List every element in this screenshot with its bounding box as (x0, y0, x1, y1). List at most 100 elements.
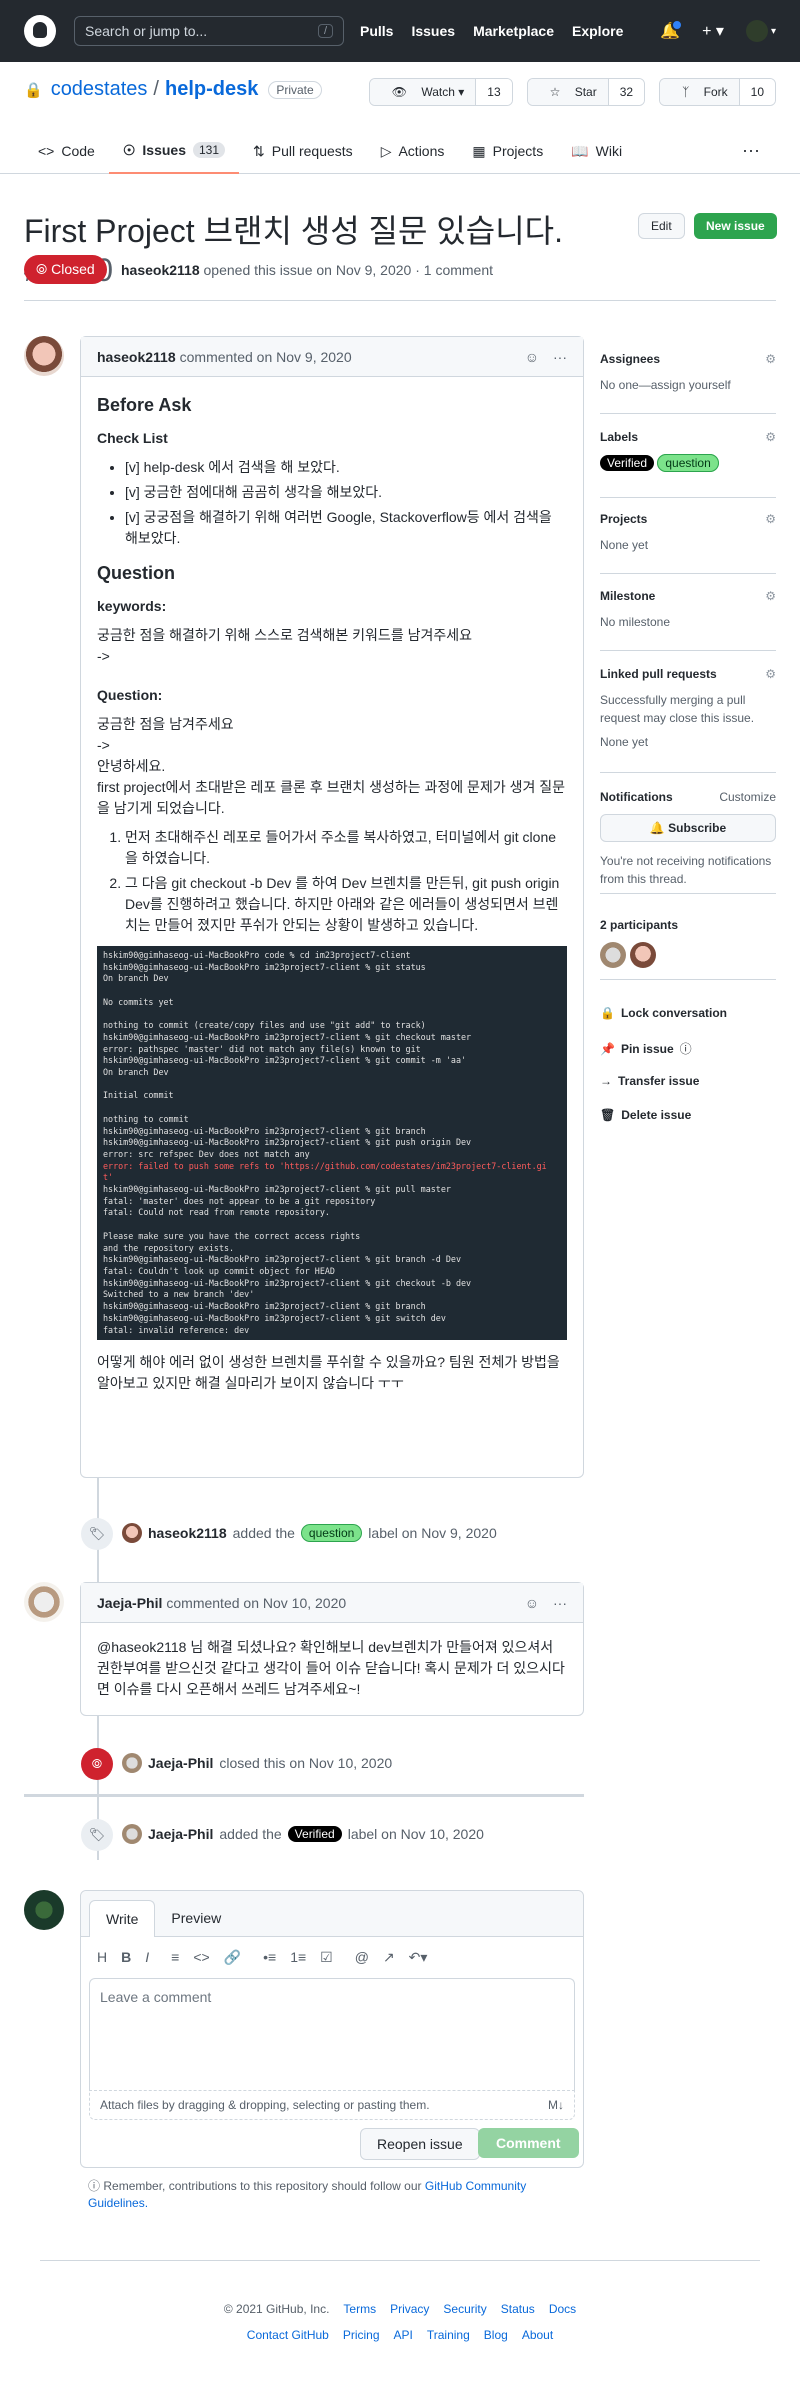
footer-link[interactable]: Privacy (390, 2302, 429, 2316)
assignees-value[interactable]: No one—assign yourself (600, 376, 776, 394)
nav-issues[interactable]: Issues (411, 23, 455, 39)
sidebar-heading[interactable]: Projects (600, 512, 647, 526)
heading: Check List (97, 430, 168, 446)
tab-issues[interactable]: ☉ Issues 131 (108, 128, 240, 174)
nav-explore[interactable]: Explore (572, 23, 623, 39)
reopen-issue-button[interactable]: Reopen issue (360, 2128, 480, 2160)
sidebar-heading[interactable]: Assignees (600, 352, 660, 366)
tab-wiki[interactable]: 📖 Wiki (557, 128, 636, 174)
nav-pulls[interactable]: Pulls (360, 23, 393, 39)
code-icon[interactable]: <> (193, 1949, 209, 1966)
gear-icon[interactable]: ⚙ (765, 589, 776, 603)
gear-icon[interactable]: ⚙ (765, 352, 776, 366)
footer-link[interactable]: API (394, 2328, 413, 2342)
tab-actions[interactable]: ▷ Actions (367, 128, 459, 174)
avatar[interactable] (600, 942, 626, 968)
avatar[interactable] (24, 336, 64, 376)
nav-marketplace[interactable]: Marketplace (473, 23, 554, 39)
subscribe-button[interactable]: 🔔 Subscribe (600, 814, 776, 842)
bullet-list-icon[interactable]: •≡ (263, 1949, 276, 1966)
gear-icon[interactable]: ⚙ (765, 430, 776, 444)
footer-link[interactable]: Status (501, 2302, 535, 2316)
attach-files-area[interactable]: Attach files by dragging & dropping, sel… (89, 2090, 575, 2120)
tab-projects[interactable]: ▦ Projects (458, 128, 557, 174)
footer-link[interactable]: Terms (343, 2302, 376, 2316)
heading-icon[interactable]: H (97, 1949, 107, 1966)
label-verified[interactable]: Verified (600, 455, 655, 471)
tab-code[interactable]: <> Code (24, 128, 109, 174)
event-actor[interactable]: Jaeja-Phil (148, 1755, 213, 1771)
repo-owner-link[interactable]: codestates (51, 78, 148, 101)
footer-link[interactable]: Training (427, 2328, 470, 2342)
avatar[interactable] (630, 942, 656, 968)
quote-icon[interactable]: ≡ (171, 1949, 179, 1966)
list-item: [v] 궁금한 점에대해 곰곰히 생각을 해보았다. (125, 482, 567, 503)
footer-link[interactable]: Blog (484, 2328, 508, 2342)
comment-textarea[interactable]: Leave a comment (89, 1978, 575, 2090)
comment-meta[interactable]: commented on Nov 9, 2020 (180, 349, 352, 365)
gear-icon[interactable]: ⚙ (765, 512, 776, 526)
avatar[interactable] (24, 1582, 64, 1622)
label-verified[interactable]: Verified (287, 1826, 342, 1842)
cross-reference-icon[interactable]: ↗ (383, 1949, 395, 1966)
mention-icon[interactable]: @ (355, 1949, 369, 1966)
github-logo-icon[interactable] (24, 15, 56, 47)
footer-link[interactable]: About (522, 2328, 553, 2342)
customize-link[interactable]: Customize (719, 790, 776, 804)
italic-icon[interactable]: I (145, 1949, 149, 1966)
search-input[interactable]: Search or jump to... / (74, 16, 344, 46)
avatar[interactable] (122, 1523, 142, 1543)
info-icon: ⓘ (88, 2179, 101, 2193)
comment-author[interactable]: Jaeja-Phil (97, 1595, 162, 1611)
fork-button[interactable]: ᛉ Fork 10 (659, 78, 776, 106)
repo-name-link[interactable]: help-desk (165, 78, 258, 101)
tab-preview[interactable]: Preview (155, 1900, 237, 1936)
comment-author[interactable]: haseok2118 (97, 349, 176, 365)
markdown-icon[interactable]: M↓ (548, 2098, 564, 2112)
sidebar-heading[interactable]: Milestone (600, 589, 655, 603)
footer-link[interactable]: Pricing (343, 2328, 380, 2342)
reply-icon[interactable]: ↶▾ (409, 1949, 428, 1966)
task-list-icon[interactable]: ☑ (320, 1949, 333, 1966)
paragraph: 어떻게 해야 에러 없이 생성한 브렌치를 푸쉬할 수 있을까요? 팀원 전체가… (97, 1354, 560, 1392)
comment-button[interactable]: Comment (478, 2128, 579, 2158)
notifications-text: You're not receiving notifications from … (600, 854, 772, 886)
milestone-value: No milestone (600, 615, 671, 629)
avatar-menu[interactable]: ▾ (745, 20, 776, 42)
footer-link[interactable]: Docs (549, 2302, 576, 2316)
emoji-icon[interactable]: ☺ (525, 349, 539, 365)
link-icon[interactable]: 🔗 (224, 1949, 241, 1966)
footer-link[interactable]: Security (443, 2302, 486, 2316)
slash-key-hint: / (317, 24, 333, 38)
avatar[interactable] (122, 1753, 142, 1773)
pin-issue-action[interactable]: 📌 Pin issue ⓘ (600, 1040, 692, 1057)
kebab-icon[interactable]: ··· (553, 349, 567, 365)
event-actor[interactable]: haseok2118 (148, 1525, 227, 1541)
delete-issue-action[interactable]: 🗑 Delete issue (600, 1108, 691, 1122)
label-question[interactable]: question (657, 454, 719, 472)
gear-icon[interactable]: ⚙ (765, 667, 776, 681)
new-issue-button[interactable]: New issue (694, 213, 777, 239)
label-question[interactable]: question (300, 1524, 363, 1542)
emoji-icon[interactable]: ☺ (525, 1595, 539, 1611)
avatar[interactable] (122, 1824, 142, 1844)
more-options-icon[interactable]: ··· (742, 140, 760, 161)
sidebar-heading[interactable]: Linked pull requests (600, 667, 717, 681)
tab-pull-requests[interactable]: ⇅ Pull requests (239, 128, 367, 174)
star-button[interactable]: ☆ Star 32 (526, 78, 646, 106)
numbered-list-icon[interactable]: 1≡ (290, 1949, 306, 1966)
comment-meta[interactable]: commented on Nov 10, 2020 (166, 1595, 346, 1611)
plus-dropdown-icon[interactable]: + ▾ (702, 21, 724, 41)
bell-icon[interactable]: 🔔 (660, 19, 684, 41)
sidebar-heading[interactable]: Labels (600, 430, 638, 444)
lock-conversation-action[interactable]: 🔒 Lock conversation (600, 1006, 727, 1020)
transfer-issue-action[interactable]: → Transfer issue (600, 1074, 699, 1088)
tab-write[interactable]: Write (89, 1900, 156, 1937)
issue-author[interactable]: haseok2118 (121, 262, 200, 278)
bold-icon[interactable]: B (121, 1949, 131, 1966)
watch-button[interactable]: 👁 Watch ▾ 13 (368, 78, 513, 106)
event-actor[interactable]: Jaeja-Phil (148, 1826, 213, 1842)
edit-button[interactable]: Edit (638, 213, 685, 239)
kebab-icon[interactable]: ··· (553, 1595, 567, 1611)
footer-link[interactable]: Contact GitHub (247, 2328, 329, 2342)
